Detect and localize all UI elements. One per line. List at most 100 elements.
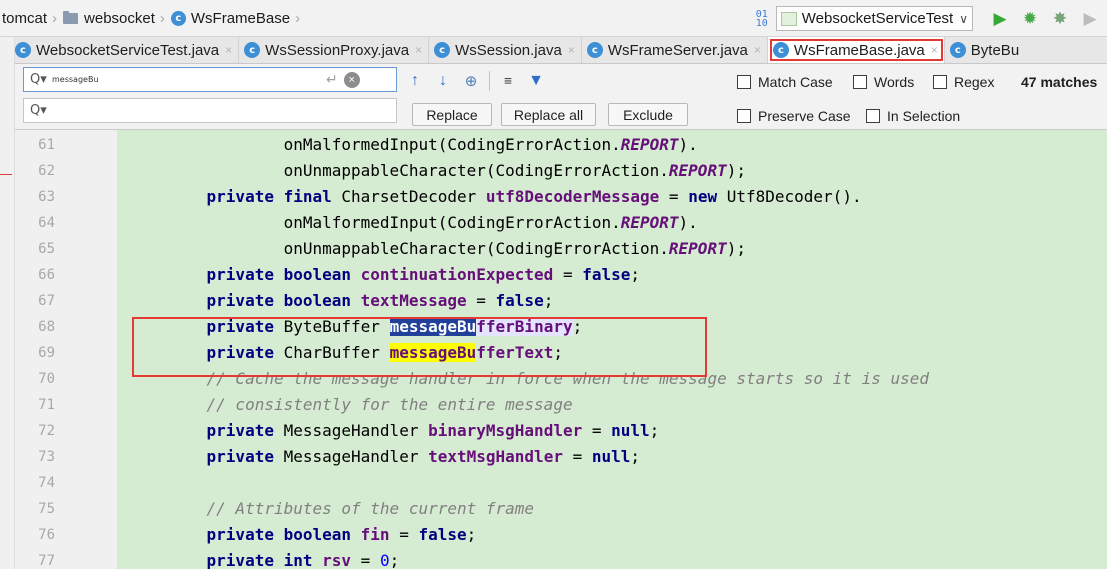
code-token: REPORT — [620, 135, 679, 154]
coverage-icon[interactable]: ✸ — [1047, 6, 1073, 32]
code-token: onUnmappableCharacter(CodingErrorAction. — [168, 161, 669, 180]
profile-icon[interactable]: ▶ — [1077, 6, 1103, 32]
code-token: = — [659, 187, 689, 206]
code-editor[interactable]: 61 onMalformedInput(CodingErrorAction.RE… — [15, 130, 1107, 569]
code-text: private boolean fin = false; — [168, 522, 477, 548]
search-input[interactable] — [52, 75, 322, 84]
tab-wssession[interactable]: c WsSession.java × — [429, 37, 582, 63]
line-number: 77 — [38, 553, 55, 569]
code-token: false — [418, 525, 467, 544]
folder-icon — [63, 10, 79, 24]
close-icon[interactable]: × — [415, 43, 422, 57]
replace-input[interactable] — [52, 106, 322, 115]
code-token: 0 — [379, 551, 390, 569]
exclude-button[interactable]: Exclude — [608, 103, 688, 126]
left-tool-strip — [0, 37, 15, 569]
words-checkbox[interactable] — [853, 75, 867, 89]
code-token: = — [466, 291, 496, 310]
code-line[interactable]: 63 private final CharsetDecoder utf8Deco… — [15, 184, 1107, 210]
code-line[interactable]: 71 // consistently for the entire messag… — [15, 392, 1107, 418]
replace-button[interactable]: Replace — [412, 103, 492, 126]
tab-wsframeserver[interactable]: c WsFrameServer.java × — [582, 37, 768, 63]
close-icon[interactable]: × — [754, 43, 761, 57]
words-label: Words — [874, 74, 915, 90]
code-line[interactable]: 62 onUnmappableCharacter(CodingErrorActi… — [15, 158, 1107, 184]
select-all-occurrences-icon[interactable]: ≡ — [496, 70, 520, 92]
clear-icon[interactable]: × — [343, 71, 360, 88]
code-text: // Attributes of the current frame — [168, 496, 535, 522]
debug-icon[interactable]: ✹ — [1017, 6, 1043, 32]
match-case-option[interactable]: Match Case — [737, 74, 833, 90]
find-replace-panel: Q▾ ↵ × Q▾ ↑ ↓ ⊕ ≡ ▼ Replace Replace all … — [15, 64, 1107, 130]
line-number: 70 — [38, 371, 55, 387]
close-icon[interactable]: × — [931, 43, 938, 57]
previous-occurrence-icon[interactable]: ↑ — [403, 70, 427, 92]
code-token: false — [582, 265, 631, 284]
code-text: private MessageHandler binaryMsgHandler … — [168, 418, 660, 444]
code-token: private boolean — [206, 525, 361, 544]
match-case-checkbox[interactable] — [737, 75, 751, 89]
code-line[interactable]: 66 private boolean continuationExpected … — [15, 262, 1107, 288]
line-number: 69 — [38, 345, 55, 361]
code-line[interactable]: 67 private boolean textMessage = false; — [15, 288, 1107, 314]
code-token: REPORT — [668, 239, 727, 258]
code-token: CharsetDecoder — [341, 187, 486, 206]
code-line[interactable]: 76 private boolean fin = false; — [15, 522, 1107, 548]
code-line[interactable]: 65 onUnmappableCharacter(CodingErrorActi… — [15, 236, 1107, 262]
search-icon[interactable]: Q▾ — [30, 103, 52, 118]
code-line[interactable]: 61 onMalformedInput(CodingErrorAction.RE… — [15, 132, 1107, 158]
code-text: private int rsv = 0; — [168, 548, 400, 569]
run-configuration-select[interactable]: WebsocketServiceTest ∨ — [775, 6, 973, 31]
breadcrumb-item-wsframebase[interactable]: c WsFrameBase — [169, 0, 292, 37]
line-number: 74 — [38, 475, 55, 491]
words-option[interactable]: Words — [853, 74, 914, 90]
breadcrumb-item-tomcat[interactable]: tomcat — [0, 0, 49, 37]
search-field[interactable]: Q▾ ↵ × — [23, 67, 397, 92]
next-occurrence-icon[interactable]: ↓ — [431, 70, 455, 92]
search-icon[interactable]: Q▾ — [30, 72, 52, 87]
tab-bytebuffer[interactable]: c ByteBu — [945, 37, 1025, 63]
code-token: binaryMsgHandler — [428, 421, 583, 440]
in-selection-option[interactable]: In Selection — [866, 108, 960, 124]
tab-websocketservicetest[interactable]: c WebsocketServiceTest.java × — [10, 37, 240, 63]
tab-label: WebsocketServiceTest.java — [36, 41, 220, 59]
code-line[interactable]: 73 private MessageHandler textMsgHandler… — [15, 444, 1107, 470]
code-token: // Attributes of the current frame — [168, 499, 535, 518]
close-icon[interactable]: × — [225, 43, 232, 57]
close-icon[interactable]: × — [568, 43, 575, 57]
replace-field[interactable]: Q▾ — [23, 98, 397, 123]
regex-checkbox[interactable] — [933, 75, 947, 89]
code-line[interactable]: 75 // Attributes of the current frame — [15, 496, 1107, 522]
line-number: 75 — [38, 501, 55, 517]
in-selection-checkbox[interactable] — [866, 109, 880, 123]
class-icon: c — [15, 42, 31, 58]
code-token: private final — [206, 187, 342, 206]
navigation-bar: tomcat › websocket › c WsFrameBase › 01 … — [0, 0, 1107, 37]
class-icon: c — [244, 42, 261, 58]
code-line[interactable]: 77 private int rsv = 0; — [15, 548, 1107, 569]
tab-wsframebase[interactable]: c WsFrameBase.java × — [767, 37, 945, 63]
filter-icon[interactable]: ▼ — [524, 70, 548, 92]
code-token: private — [206, 421, 284, 440]
code-token: private boolean — [206, 265, 361, 284]
run-icon[interactable]: ▶ — [987, 6, 1013, 32]
line-number: 67 — [38, 293, 55, 309]
code-line[interactable]: 64 onMalformedInput(CodingErrorAction.RE… — [15, 210, 1107, 236]
code-line[interactable]: 74 — [15, 470, 1107, 496]
tab-wssessionproxy[interactable]: c WsSessionProxy.java × — [239, 37, 430, 63]
preserve-case-checkbox[interactable] — [737, 109, 751, 123]
preserve-case-option[interactable]: Preserve Case — [737, 108, 851, 124]
code-token: ). — [678, 213, 698, 232]
code-token: = — [582, 421, 612, 440]
code-token: ; — [630, 265, 641, 284]
regex-option[interactable]: Regex — [933, 74, 994, 90]
line-number: 68 — [38, 319, 55, 335]
code-text: onMalformedInput(CodingErrorAction.REPOR… — [168, 132, 698, 158]
code-text: private boolean continuationExpected = f… — [168, 262, 641, 288]
replace-all-button[interactable]: Replace all — [501, 103, 596, 126]
find-all-icon[interactable]: ⊕ — [459, 70, 483, 92]
breadcrumb-item-websocket[interactable]: websocket — [61, 0, 157, 37]
sort-icon[interactable]: 01 10 — [756, 9, 768, 28]
code-line[interactable]: 72 private MessageHandler binaryMsgHandl… — [15, 418, 1107, 444]
